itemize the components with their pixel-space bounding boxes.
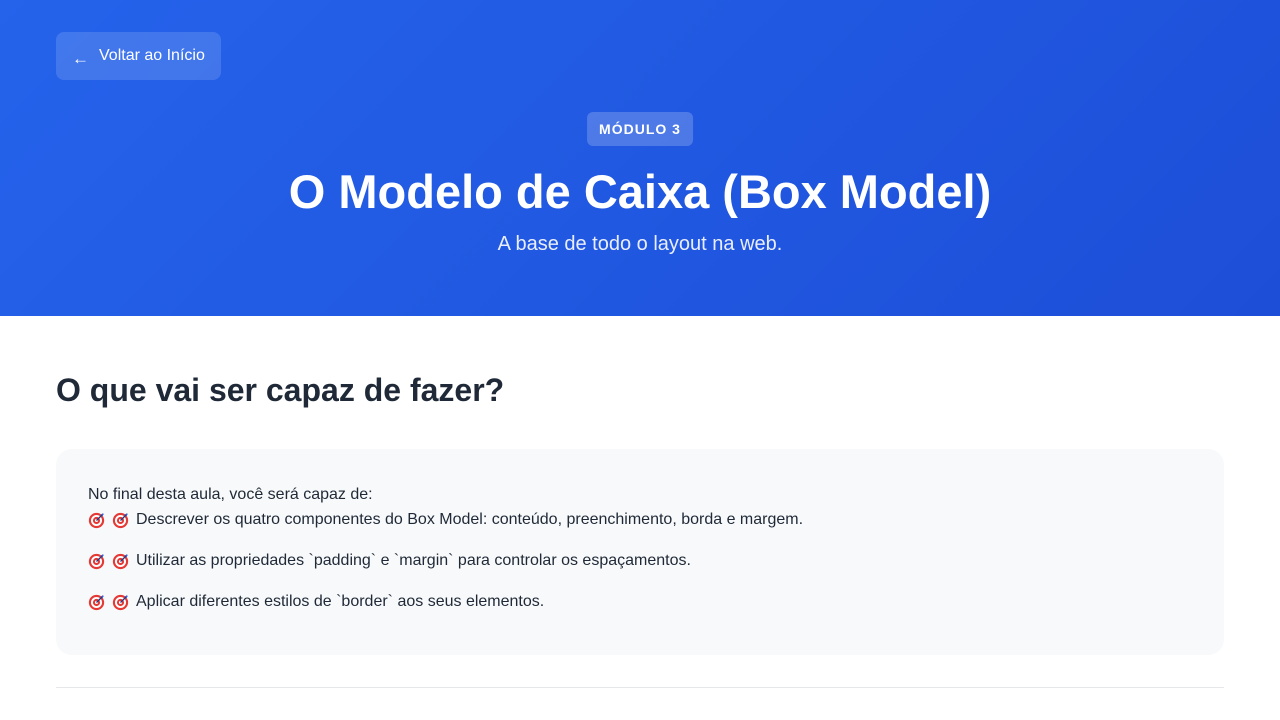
objective-text: Descrever os quatro componentes do Box M… [136, 511, 804, 528]
main-content: O que vai ser capaz de fazer? No final d… [0, 316, 1280, 688]
list-item: Descrever os quatro componentes do Box M… [88, 507, 1192, 533]
arrow-left-icon: ← [72, 48, 89, 68]
section-divider [56, 687, 1224, 688]
target-icon [112, 594, 129, 610]
objectives-list: Descrever os quatro componentes do Box M… [88, 507, 1192, 615]
list-item: Utilizar as propriedades `padding` e `ma… [88, 548, 1192, 574]
objective-text: Utilizar as propriedades `padding` e `ma… [136, 552, 691, 569]
module-badge: MÓDULO 3 [587, 112, 693, 146]
page-title: O Modelo de Caixa (Box Model) [288, 165, 992, 218]
objective-text: Aplicar diferentes estilos de `border` a… [136, 593, 545, 610]
target-icon [88, 594, 105, 610]
hero-banner: ← Voltar ao Início MÓDULO 3 O Modelo de … [0, 0, 1280, 316]
target-icon [88, 512, 105, 528]
objectives-card: No final desta aula, você será capaz de: [56, 449, 1224, 655]
back-button-label: Voltar ao Início [99, 47, 205, 64]
back-to-home-button[interactable]: ← Voltar ao Início [56, 32, 221, 80]
target-icon [112, 512, 129, 528]
objectives-heading: O que vai ser capaz de fazer? [56, 372, 505, 408]
objectives-intro: No final desta aula, você será capaz de: [88, 486, 373, 503]
page-subtitle: A base de todo o layout na web. [497, 233, 783, 255]
list-item: Aplicar diferentes estilos de `border` a… [88, 589, 1192, 615]
target-icon [112, 553, 129, 569]
target-icon [88, 553, 105, 569]
